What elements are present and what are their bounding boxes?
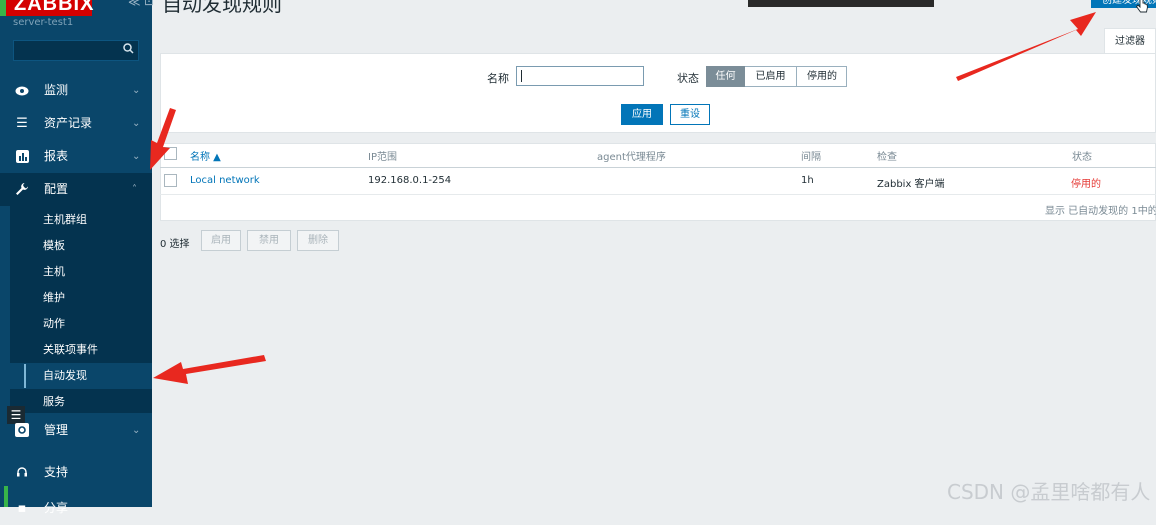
sidebar-item-monitoring[interactable]: 监测 ⌄: [0, 74, 152, 107]
submenu-item-hosts[interactable]: 主机: [10, 259, 152, 285]
table-header-divider: [160, 167, 1156, 168]
sidebar-item-label: 监测: [44, 83, 69, 97]
zabbix-logo[interactable]: ZABBIX: [0, 0, 93, 16]
submenu-item-host-groups[interactable]: 主机群组: [10, 207, 152, 233]
sidebar-item-label: 支持: [44, 465, 69, 479]
sidebar-item-support[interactable]: 支持: [0, 456, 152, 489]
bar-chart-icon: [14, 140, 30, 176]
logo-accent-bar: [0, 0, 6, 16]
sidebar-item-label: 报表: [44, 149, 69, 163]
share-icon: ▪: [17, 501, 27, 516]
headset-icon: [14, 456, 30, 491]
sidebar-item-share[interactable]: ▪ 分享: [0, 492, 152, 525]
sidebar-item-label: 配置: [44, 182, 69, 196]
list-icon: ☰: [16, 116, 28, 131]
select-all-checkbox[interactable]: [164, 147, 177, 160]
column-header-ip-range: IP范围: [368, 152, 397, 163]
server-name: server-test1: [13, 17, 74, 28]
name-filter-label: 名称: [487, 72, 509, 85]
annotation-arrow-discovery: [153, 355, 266, 384]
column-header-checks: 检查: [877, 152, 897, 163]
sidebar-item-label: 管理: [44, 423, 69, 437]
sidebar-item-administration[interactable]: 管理 ⌄: [0, 414, 152, 447]
share-accent-bar: [4, 486, 8, 507]
status-filter-label: 状态: [677, 72, 699, 85]
gear-icon: [14, 414, 30, 450]
column-header-interval: 间隔: [801, 152, 821, 163]
selected-count: 0 选择: [160, 239, 190, 250]
column-header-name[interactable]: 名称 ▲: [190, 148, 221, 163]
table-row-divider: [160, 194, 1156, 195]
submenu-item-event-correlation[interactable]: 关联项事件: [10, 337, 152, 363]
sidebar-item-label: 资产记录: [44, 116, 93, 130]
chevron-up-icon: ˄: [132, 184, 137, 195]
sidebar-item-label: 分享: [44, 501, 69, 515]
rule-checks: Zabbix 客户端: [877, 179, 945, 190]
chevron-down-icon: ⌄: [132, 85, 141, 96]
status-option-disabled[interactable]: 停用的: [797, 66, 847, 87]
column-header-proxy: agent代理程序: [597, 152, 666, 163]
rule-interval: 1h: [801, 175, 814, 186]
watermark: CSDN @孟里啥都有人: [947, 480, 1151, 504]
submenu-item-discovery[interactable]: 自动发现: [10, 363, 152, 389]
submenu-item-maintenance[interactable]: 维护: [10, 285, 152, 311]
submenu-item-services[interactable]: 服务: [10, 389, 152, 415]
collapse-sidebar-icon[interactable]: ≪: [128, 0, 141, 9]
sidebar-item-reports[interactable]: 报表 ⌄: [0, 140, 152, 173]
text-caret: [521, 70, 522, 82]
row-checkbox[interactable]: [164, 174, 177, 187]
filter-tab[interactable]: 过滤器: [1104, 28, 1156, 54]
chevron-down-icon: ⌄: [132, 425, 141, 436]
page-title: 自动发现规则: [162, 0, 282, 16]
mass-enable-button[interactable]: 启用: [201, 230, 241, 251]
sidebar-item-configuration[interactable]: 配置 ˄: [0, 173, 152, 206]
rule-ip-range: 192.168.0.1-254: [368, 175, 452, 186]
reset-filter-button[interactable]: 重设: [670, 104, 710, 125]
rule-name-link[interactable]: Local network: [190, 175, 260, 186]
search-icon[interactable]: [123, 43, 134, 57]
kiosk-mode-icon[interactable]: ⊡: [144, 0, 154, 8]
status-option-enabled[interactable]: 已启用: [745, 66, 797, 87]
name-filter-input[interactable]: [516, 66, 644, 86]
sidebar-item-inventory[interactable]: ☰ 资产记录 ⌄: [0, 107, 152, 140]
status-option-any[interactable]: 任何: [706, 66, 745, 87]
column-header-status: 状态: [1072, 152, 1092, 163]
sidebar-search-input[interactable]: [13, 40, 139, 61]
active-indicator: [24, 364, 26, 388]
submenu-item-actions[interactable]: 动作: [10, 311, 152, 337]
mass-disable-button[interactable]: 禁用: [247, 230, 291, 251]
wrench-icon: [14, 173, 30, 209]
overlay-bar: [748, 0, 934, 7]
apply-filter-button[interactable]: 应用: [621, 104, 663, 125]
rule-status-link[interactable]: 停用的: [1071, 175, 1101, 190]
eye-icon: [14, 74, 30, 109]
submenu-item-templates[interactable]: 模板: [10, 233, 152, 259]
chevron-down-icon: ⌄: [132, 118, 141, 129]
mass-delete-button[interactable]: 删除: [297, 230, 339, 251]
hand-cursor-icon: [1135, 0, 1148, 13]
chevron-down-icon: ⌄: [132, 151, 141, 162]
table-footer-count: 显示 已自动发现的 1中的1: [1045, 206, 1156, 217]
